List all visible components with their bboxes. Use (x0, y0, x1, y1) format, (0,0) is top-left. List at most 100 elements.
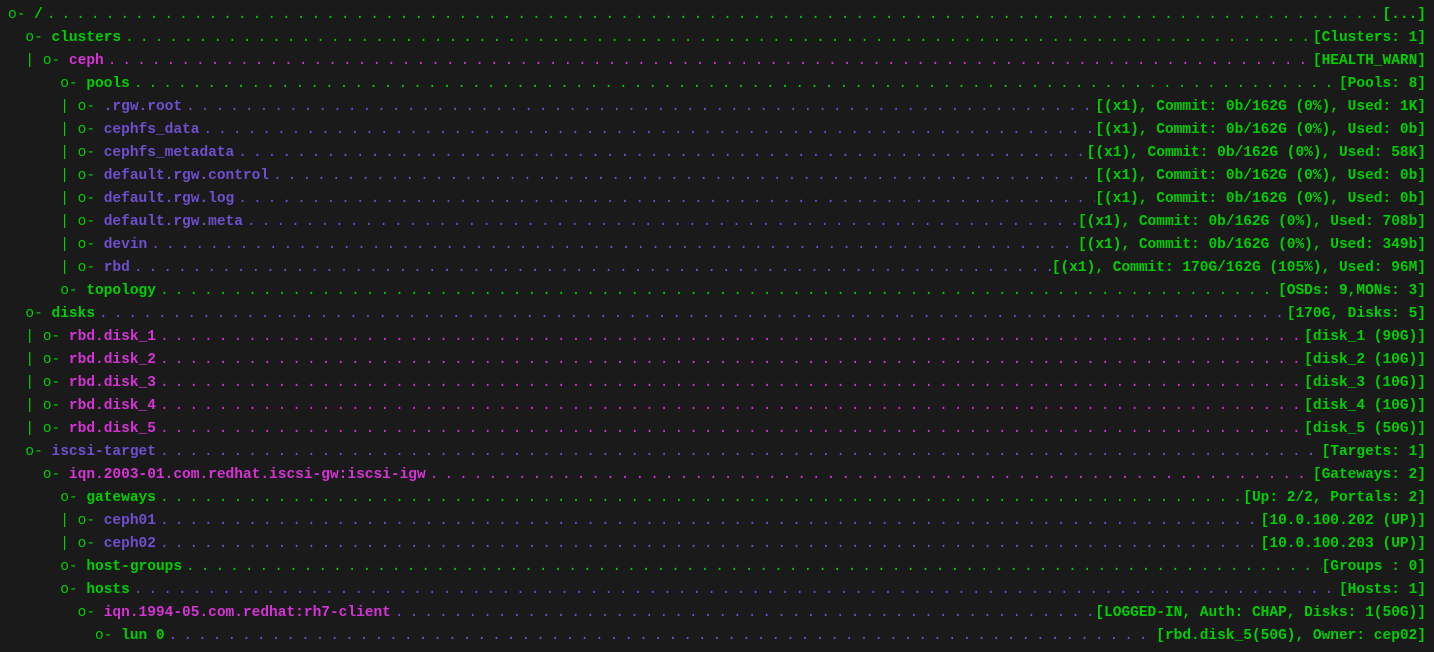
tree-label[interactable]: gateways (86, 490, 156, 506)
tree-row[interactable]: o- topology[OSDs: 9,MONs: 3] (8, 280, 1426, 303)
tree-row-left: o- hosts (8, 579, 130, 602)
tree-label[interactable]: iscsi-target (52, 444, 156, 460)
tree-status: [(x1), Commit: 170G/162G (105%), Used: 9… (1052, 257, 1426, 280)
tree-filler (234, 142, 1086, 165)
tree-row[interactable]: | o- cephfs_data[(x1), Commit: 0b/162G (… (8, 119, 1426, 142)
tree-filler (269, 165, 1095, 188)
tree-label[interactable]: rbd.disk_5 (69, 421, 156, 437)
tree-bullet: o- (25, 444, 51, 460)
tree-label[interactable]: rbd (104, 260, 130, 276)
tree-row-left: | o- devin (8, 234, 147, 257)
tree-label[interactable]: cephfs_data (104, 122, 200, 138)
tree-label[interactable]: rbd.disk_4 (69, 398, 156, 414)
tree-label[interactable]: ceph (69, 53, 104, 69)
tree-label[interactable]: iqn.2003-01.com.redhat.iscsi-gw:iscsi-ig… (69, 467, 426, 483)
tree-row[interactable]: | o- rbd.disk_2[disk_2 (10G)] (8, 349, 1426, 372)
tree-row[interactable]: o- iscsi-target [Targets: 1] (8, 441, 1426, 464)
tree-label[interactable]: rbd.disk_2 (69, 352, 156, 368)
tree-row[interactable]: | o- rbd.disk_3[disk_3 (10G)] (8, 372, 1426, 395)
tree-label[interactable]: rbd.disk_3 (69, 375, 156, 391)
tree-row[interactable]: | o- ceph01[10.0.100.202 (UP)] (8, 510, 1426, 533)
tree-row[interactable]: | o- rbd.disk_1[disk_1 (90G)] (8, 326, 1426, 349)
tree-row[interactable]: | o- default.rgw.log[(x1), Commit: 0b/16… (8, 188, 1426, 211)
tree-label[interactable]: ceph01 (104, 513, 156, 529)
tree-status: [170G, Disks: 5] (1287, 303, 1426, 326)
tree-indent (8, 444, 25, 460)
tree-status: [(x1), Commit: 0b/162G (0%), Used: 349b] (1078, 234, 1426, 257)
tree-bullet: o- (78, 260, 104, 276)
tree-label[interactable]: topology (86, 283, 156, 299)
tree-label[interactable]: default.rgw.meta (104, 214, 243, 230)
tree-status: [Hosts: 1] (1339, 579, 1426, 602)
tree-status: [(x1), Commit: 0b/162G (0%), Used: 708b] (1078, 211, 1426, 234)
tree-label[interactable]: / (34, 7, 43, 23)
tree-bullet: o- (60, 76, 86, 92)
tree-row[interactable]: | o- cephfs_metadata[(x1), Commit: 0b/16… (8, 142, 1426, 165)
tree-row[interactable]: | o- rbd.disk_5[disk_5 (50G)] (8, 418, 1426, 441)
tree-bullet: o- (43, 421, 69, 437)
tree-row-left: | o- ceph (8, 50, 104, 73)
tree-filler (43, 4, 1383, 27)
tree-row[interactable]: o- clusters[Clusters: 1] (8, 27, 1426, 50)
tree-indent (8, 467, 43, 483)
tree-row[interactable]: | o- devin [(x1), Commit: 0b/162G (0%), U… (8, 234, 1426, 257)
tree-label[interactable]: devin (104, 237, 148, 253)
tree-label[interactable]: lun 0 (121, 628, 165, 644)
tree-filler (147, 234, 1078, 257)
tree-status: [...] (1382, 4, 1426, 27)
tree-row[interactable]: o- /[...] (8, 4, 1426, 27)
tree-row[interactable]: | o- default.rgw.control[(x1), Commit: 0… (8, 165, 1426, 188)
tree-status: [(x1), Commit: 0b/162G (0%), Used: 0b] (1095, 119, 1426, 142)
tree-row-left: | o- ceph02 (8, 533, 156, 556)
tree-row[interactable]: o- iqn.2003-01.com.redhat.iscsi-gw:iscsi… (8, 464, 1426, 487)
tree-bullet: o- (60, 490, 86, 506)
tree-row-left: | o- rbd.disk_3 (8, 372, 156, 395)
tree-row[interactable]: o- disks [170G, Disks: 5] (8, 303, 1426, 326)
tree-label[interactable]: rbd.disk_1 (69, 329, 156, 345)
tree-row[interactable]: | o- rbd[(x1), Commit: 170G/162G (105%),… (8, 257, 1426, 280)
tree-bullet: o- (95, 628, 121, 644)
tree-label[interactable]: ceph02 (104, 536, 156, 552)
tree-indent: | (8, 536, 78, 552)
tree-label[interactable]: pools (86, 76, 130, 92)
tree-row[interactable]: o- lun 0[rbd.disk_5(50G), Owner: cep02] (8, 625, 1426, 648)
tree-filler (130, 579, 1339, 602)
tree-row[interactable]: o- iqn.1994-05.com.redhat:rh7-client[LOG… (8, 602, 1426, 625)
tree-row[interactable]: o- pools[Pools: 8] (8, 73, 1426, 96)
tree-label[interactable]: disks (52, 306, 96, 322)
tree-row[interactable]: | o- ceph[HEALTH_WARN] (8, 50, 1426, 73)
tree-filler (130, 73, 1339, 96)
tree-filler (182, 556, 1322, 579)
tree-label[interactable]: .rgw.root (104, 99, 182, 115)
tree-status: [Up: 2/2, Portals: 2] (1243, 487, 1426, 510)
tree-status: [LOGGED-IN, Auth: CHAP, Disks: 1(50G)] (1095, 602, 1426, 625)
tree-label[interactable]: default.rgw.log (104, 191, 235, 207)
tree-status: [10.0.100.203 (UP)] (1261, 533, 1426, 556)
tree-label[interactable]: iqn.1994-05.com.redhat:rh7-client (104, 605, 391, 621)
tree-bullet: o- (60, 582, 86, 598)
tree-bullet: o- (78, 168, 104, 184)
tree-row[interactable]: | o- default.rgw.meta [(x1), Commit: 0b/1… (8, 211, 1426, 234)
tree-row[interactable]: | o- .rgw.root[(x1), Commit: 0b/162G (0%… (8, 96, 1426, 119)
tree-indent: | (8, 191, 78, 207)
tree-indent: | (8, 352, 43, 368)
tree-indent: | (8, 398, 43, 414)
tree-indent (8, 628, 95, 644)
tree-row[interactable]: o- gateways [Up: 2/2, Portals: 2] (8, 487, 1426, 510)
tree-row[interactable]: | o- ceph02 [10.0.100.203 (UP)] (8, 533, 1426, 556)
tree-status: [Targets: 1] (1322, 441, 1426, 464)
tree-label[interactable]: host-groups (86, 559, 182, 575)
tree-row[interactable]: o- hosts [Hosts: 1] (8, 579, 1426, 602)
tree-label[interactable]: default.rgw.control (104, 168, 269, 184)
tree-label[interactable]: hosts (86, 582, 130, 598)
tree-label[interactable]: clusters (52, 30, 122, 46)
tree-bullet: o- (25, 306, 51, 322)
tree-filler (391, 602, 1095, 625)
tree-label[interactable]: cephfs_metadata (104, 145, 235, 161)
tree-row-left: | o- ceph01 (8, 510, 156, 533)
tree-row[interactable]: | o- rbd.disk_4[disk_4 (10G)] (8, 395, 1426, 418)
tree-indent: | (8, 145, 78, 161)
tree-row-left: | o- default.rgw.meta (8, 211, 243, 234)
tree-row[interactable]: o- host-groups[Groups : 0] (8, 556, 1426, 579)
tree-indent (8, 306, 25, 322)
